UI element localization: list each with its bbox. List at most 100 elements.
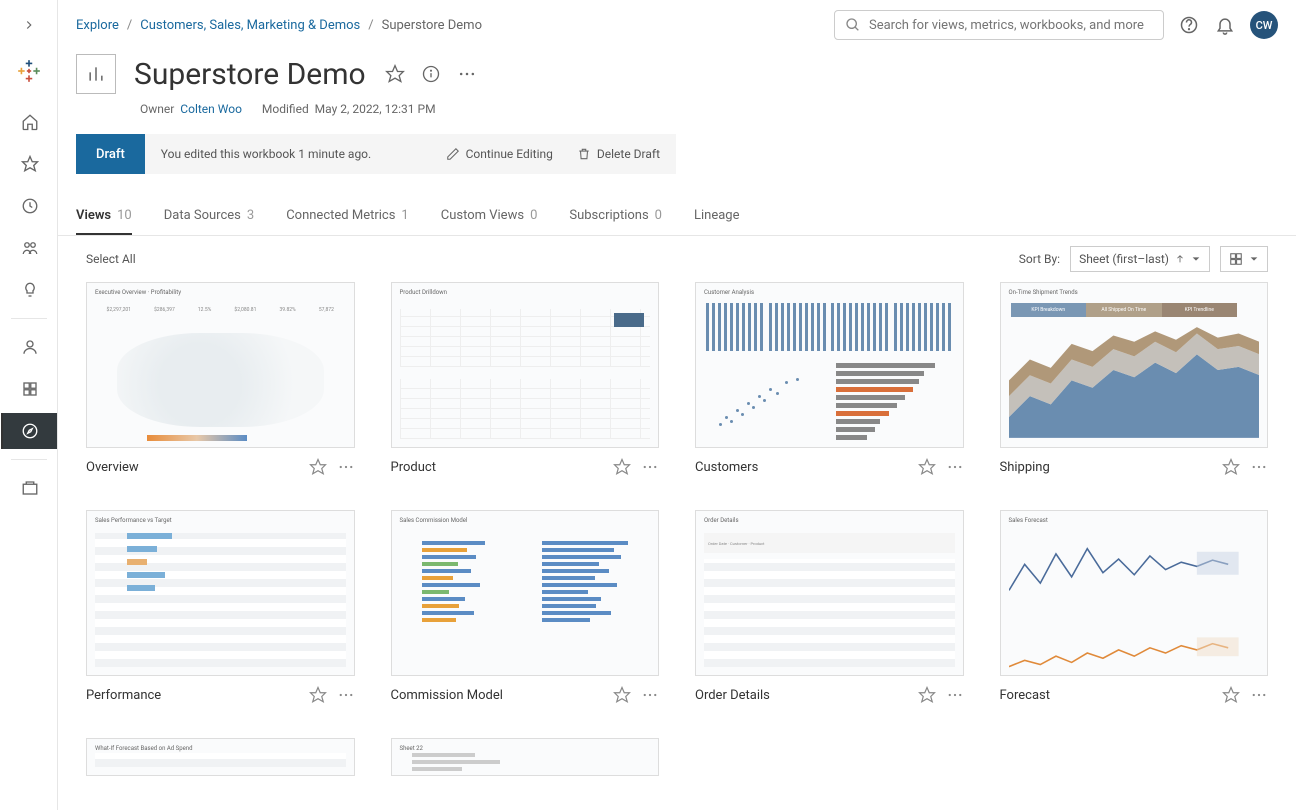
search-box[interactable] xyxy=(834,10,1164,40)
view-thumbnail[interactable]: Executive Overview · Profitability $2,29… xyxy=(86,282,355,448)
favorite-icon[interactable] xyxy=(309,686,327,704)
view-card-sheet22[interactable]: Sheet 22 xyxy=(391,738,660,776)
more-icon[interactable] xyxy=(641,686,659,704)
breadcrumb-project[interactable]: Customers, Sales, Marketing & Demos xyxy=(140,18,360,33)
expand-sidebar-button[interactable] xyxy=(9,10,49,40)
more-icon[interactable] xyxy=(1250,458,1268,476)
left-sidebar xyxy=(0,0,58,810)
owner-label: Owner xyxy=(140,102,174,116)
favorite-icon[interactable] xyxy=(918,458,936,476)
view-thumbnail[interactable]: Order Details Order Date · Customer · Pr… xyxy=(695,510,964,676)
notifications-button[interactable] xyxy=(1214,14,1236,36)
views-grid: Executive Overview · Profitability $2,29… xyxy=(58,282,1296,804)
page-header: Superstore Demo Owner Colten Woo Modifie… xyxy=(58,50,1296,134)
view-title: Customers xyxy=(695,460,918,475)
grid-icon xyxy=(1229,252,1243,266)
nav-external[interactable] xyxy=(1,470,57,506)
view-thumbnail[interactable]: Sales Forecast xyxy=(1000,510,1269,676)
view-title: Shipping xyxy=(1000,460,1223,475)
grid-toolbar: Select All Sort By: Sheet (first–last) xyxy=(58,236,1296,282)
nav-home[interactable] xyxy=(1,104,57,140)
view-thumbnail[interactable]: What-If Forecast Based on Ad Spend xyxy=(86,738,355,776)
tab-custom-views[interactable]: Custom Views0 xyxy=(441,198,538,235)
tab-views[interactable]: Views10 xyxy=(76,198,132,235)
delete-draft-button[interactable]: Delete Draft xyxy=(577,147,660,161)
nav-favorites[interactable] xyxy=(1,146,57,182)
view-thumbnail[interactable]: Sales Commission Model xyxy=(391,510,660,676)
view-thumbnail[interactable]: Product Drilldown xyxy=(391,282,660,448)
tab-data-sources[interactable]: Data Sources3 xyxy=(164,198,254,235)
view-card-shipping[interactable]: On-Time Shipment Trends KPI Breakdown Al… xyxy=(1000,282,1269,476)
view-thumbnail[interactable]: On-Time Shipment Trends KPI Breakdown Al… xyxy=(1000,282,1269,448)
view-thumbnail[interactable]: Sheet 22 xyxy=(391,738,660,776)
select-all-button[interactable]: Select All xyxy=(86,252,136,266)
workbook-icon xyxy=(76,54,116,94)
page-title: Superstore Demo xyxy=(134,57,366,92)
tab-subscriptions[interactable]: Subscriptions0 xyxy=(569,198,662,235)
favorite-icon[interactable] xyxy=(1222,458,1240,476)
view-card-customers[interactable]: Customer Analysis Customers xyxy=(695,282,964,476)
search-icon xyxy=(845,17,861,33)
more-icon[interactable] xyxy=(946,686,964,704)
favorite-icon[interactable] xyxy=(918,686,936,704)
trash-icon xyxy=(577,147,591,161)
view-thumbnail[interactable]: Sales Performance vs Target xyxy=(86,510,355,676)
info-button[interactable] xyxy=(420,63,442,85)
help-button[interactable] xyxy=(1178,14,1200,36)
breadcrumb-current: Superstore Demo xyxy=(382,18,482,33)
view-card-order-details[interactable]: Order Details Order Date · Customer · Pr… xyxy=(695,510,964,704)
view-card-commission[interactable]: Sales Commission Model Commission Model xyxy=(391,510,660,704)
nav-recommendations[interactable] xyxy=(1,272,57,308)
breadcrumb-explore[interactable]: Explore xyxy=(76,18,119,33)
search-input[interactable] xyxy=(869,18,1153,33)
more-icon[interactable] xyxy=(641,458,659,476)
user-avatar[interactable]: CW xyxy=(1250,11,1278,39)
more-icon[interactable] xyxy=(1250,686,1268,704)
draft-banner: Draft You edited this workbook 1 minute … xyxy=(76,134,676,174)
owner-link[interactable]: Colten Woo xyxy=(180,102,242,116)
tableau-logo xyxy=(16,58,42,84)
tabs: Views10 Data Sources3 Connected Metrics1… xyxy=(58,198,1296,236)
continue-editing-button[interactable]: Continue Editing xyxy=(446,147,553,161)
nav-divider xyxy=(11,318,47,319)
sort-by-label: Sort By: xyxy=(1019,252,1060,266)
favorite-button[interactable] xyxy=(384,63,406,85)
favorite-icon[interactable] xyxy=(613,458,631,476)
more-icon[interactable] xyxy=(337,458,355,476)
view-title: Order Details xyxy=(695,688,918,703)
breadcrumb: Explore / Customers, Sales, Marketing & … xyxy=(76,18,482,33)
view-title: Performance xyxy=(86,688,309,703)
chevron-down-icon xyxy=(1191,254,1201,264)
modified-label: Modified xyxy=(262,102,309,116)
nav-shared[interactable] xyxy=(1,230,57,266)
view-card-product[interactable]: Product Drilldown Product xyxy=(391,282,660,476)
more-icon[interactable] xyxy=(337,686,355,704)
view-title: Product xyxy=(391,460,614,475)
view-card-performance[interactable]: Sales Performance vs Target Performance xyxy=(86,510,355,704)
nav-recents[interactable] xyxy=(1,188,57,224)
tab-lineage[interactable]: Lineage xyxy=(694,198,740,235)
draft-message: You edited this workbook 1 minute ago. xyxy=(145,147,387,161)
breadcrumb-sep: / xyxy=(127,18,132,33)
nav-collections[interactable] xyxy=(1,371,57,407)
view-card-overview[interactable]: Executive Overview · Profitability $2,29… xyxy=(86,282,355,476)
view-title: Forecast xyxy=(1000,688,1223,703)
more-icon[interactable] xyxy=(946,458,964,476)
favorite-icon[interactable] xyxy=(613,686,631,704)
favorite-icon[interactable] xyxy=(309,458,327,476)
view-card-forecast[interactable]: Sales Forecast Forecast xyxy=(1000,510,1269,704)
tab-connected-metrics[interactable]: Connected Metrics1 xyxy=(286,198,409,235)
nav-divider-2 xyxy=(11,459,47,460)
view-thumbnail[interactable]: Customer Analysis xyxy=(695,282,964,448)
nav-personal[interactable] xyxy=(1,329,57,365)
view-card-whatif[interactable]: What-If Forecast Based on Ad Spend xyxy=(86,738,355,776)
topbar: Explore / Customers, Sales, Marketing & … xyxy=(58,0,1296,50)
pencil-icon xyxy=(446,147,460,161)
sort-dropdown[interactable]: Sheet (first–last) xyxy=(1070,246,1210,272)
favorite-icon[interactable] xyxy=(1222,686,1240,704)
nav-explore[interactable] xyxy=(1,413,57,449)
view-mode-toggle[interactable] xyxy=(1220,246,1268,272)
view-title: Commission Model xyxy=(391,688,614,703)
more-actions-button[interactable] xyxy=(456,63,478,85)
view-title: Overview xyxy=(86,460,309,475)
